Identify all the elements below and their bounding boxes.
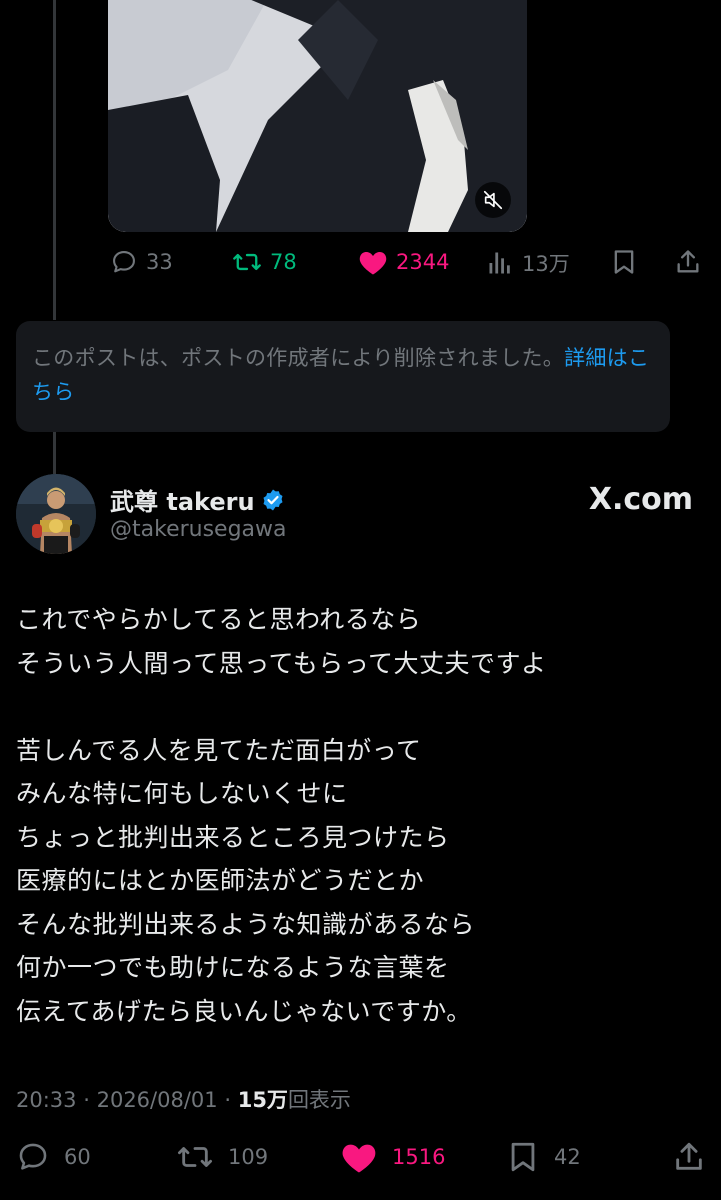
main-repost-count: 109 — [228, 1145, 269, 1169]
main-share-button[interactable] — [672, 1140, 706, 1174]
main-repost-button[interactable]: 109 — [176, 1140, 268, 1174]
deleted-post-notice: このポストは、ポストの作成者により削除されました。詳細はこちら — [16, 321, 670, 432]
view-count: 15万 — [237, 1088, 288, 1112]
main-bookmark-button[interactable]: 42 — [506, 1140, 581, 1174]
display-name[interactable]: 武尊 takeru — [110, 482, 285, 517]
x-logo-text: X.com — [588, 482, 693, 517]
view-label: 回表示 — [287, 1088, 351, 1112]
video-thumbnail[interactable] — [108, 0, 527, 232]
avatar[interactable] — [16, 474, 96, 554]
main-like-count: 1516 — [392, 1145, 446, 1169]
main-reply-button[interactable]: 60 — [16, 1140, 91, 1174]
reply-count: 33 — [146, 250, 173, 274]
user-handle[interactable]: @takerusegawa — [110, 517, 287, 542]
repost-icon — [233, 253, 261, 271]
display-name-text: 武尊 takeru — [110, 488, 255, 516]
bookmark-icon — [614, 250, 634, 274]
thread-line-bottom — [53, 432, 56, 474]
like-button[interactable]: 2344 — [358, 248, 449, 276]
heart-filled-icon — [342, 1144, 376, 1173]
reply-button[interactable]: 33 — [110, 248, 173, 276]
reply-icon — [19, 1143, 47, 1170]
share-icon — [676, 1142, 702, 1170]
reply-icon — [113, 251, 135, 273]
meta-separator: · — [83, 1088, 90, 1112]
repost-button[interactable]: 78 — [232, 248, 297, 276]
mute-button[interactable] — [475, 182, 511, 218]
repost-count: 78 — [270, 250, 297, 274]
post-time[interactable]: 20:33 — [16, 1088, 77, 1112]
bookmark-icon — [511, 1142, 535, 1172]
repost-icon — [178, 1147, 212, 1167]
heart-filled-icon — [359, 252, 387, 275]
video-frame — [108, 0, 527, 232]
share-button[interactable] — [674, 248, 702, 276]
main-like-button[interactable]: 1516 — [340, 1140, 445, 1174]
deleted-notice-message: このポストは、ポストの作成者により削除されました。 — [32, 346, 565, 370]
views-icon — [489, 252, 510, 274]
source-label: X.com — [589, 482, 693, 517]
verified-badge-icon — [263, 489, 283, 510]
main-reply-count: 60 — [64, 1145, 91, 1169]
muted-speaker-icon — [483, 190, 503, 210]
main-bookmark-count: 42 — [554, 1145, 581, 1169]
deleted-notice-text: このポストは、ポストの作成者により削除されました。詳細はこちら — [32, 341, 654, 409]
views-count: 13万 — [522, 252, 570, 276]
like-count: 2344 — [396, 250, 450, 274]
bookmark-button[interactable] — [610, 248, 638, 276]
post-text: これでやらかしてると思われるなら そういう人間って思ってもらって大丈夫ですよ 苦… — [16, 605, 547, 1026]
share-icon — [677, 250, 699, 273]
post-date[interactable]: 2026/08/01 — [97, 1088, 218, 1112]
post-meta: 20:33 · 2026/08/01 · 15万回表示 — [16, 1084, 351, 1114]
avatar-image — [16, 474, 96, 554]
views-button[interactable]: 13万 — [486, 248, 570, 278]
meta-separator-2: · — [224, 1088, 232, 1112]
thread-line-top — [53, 0, 56, 320]
